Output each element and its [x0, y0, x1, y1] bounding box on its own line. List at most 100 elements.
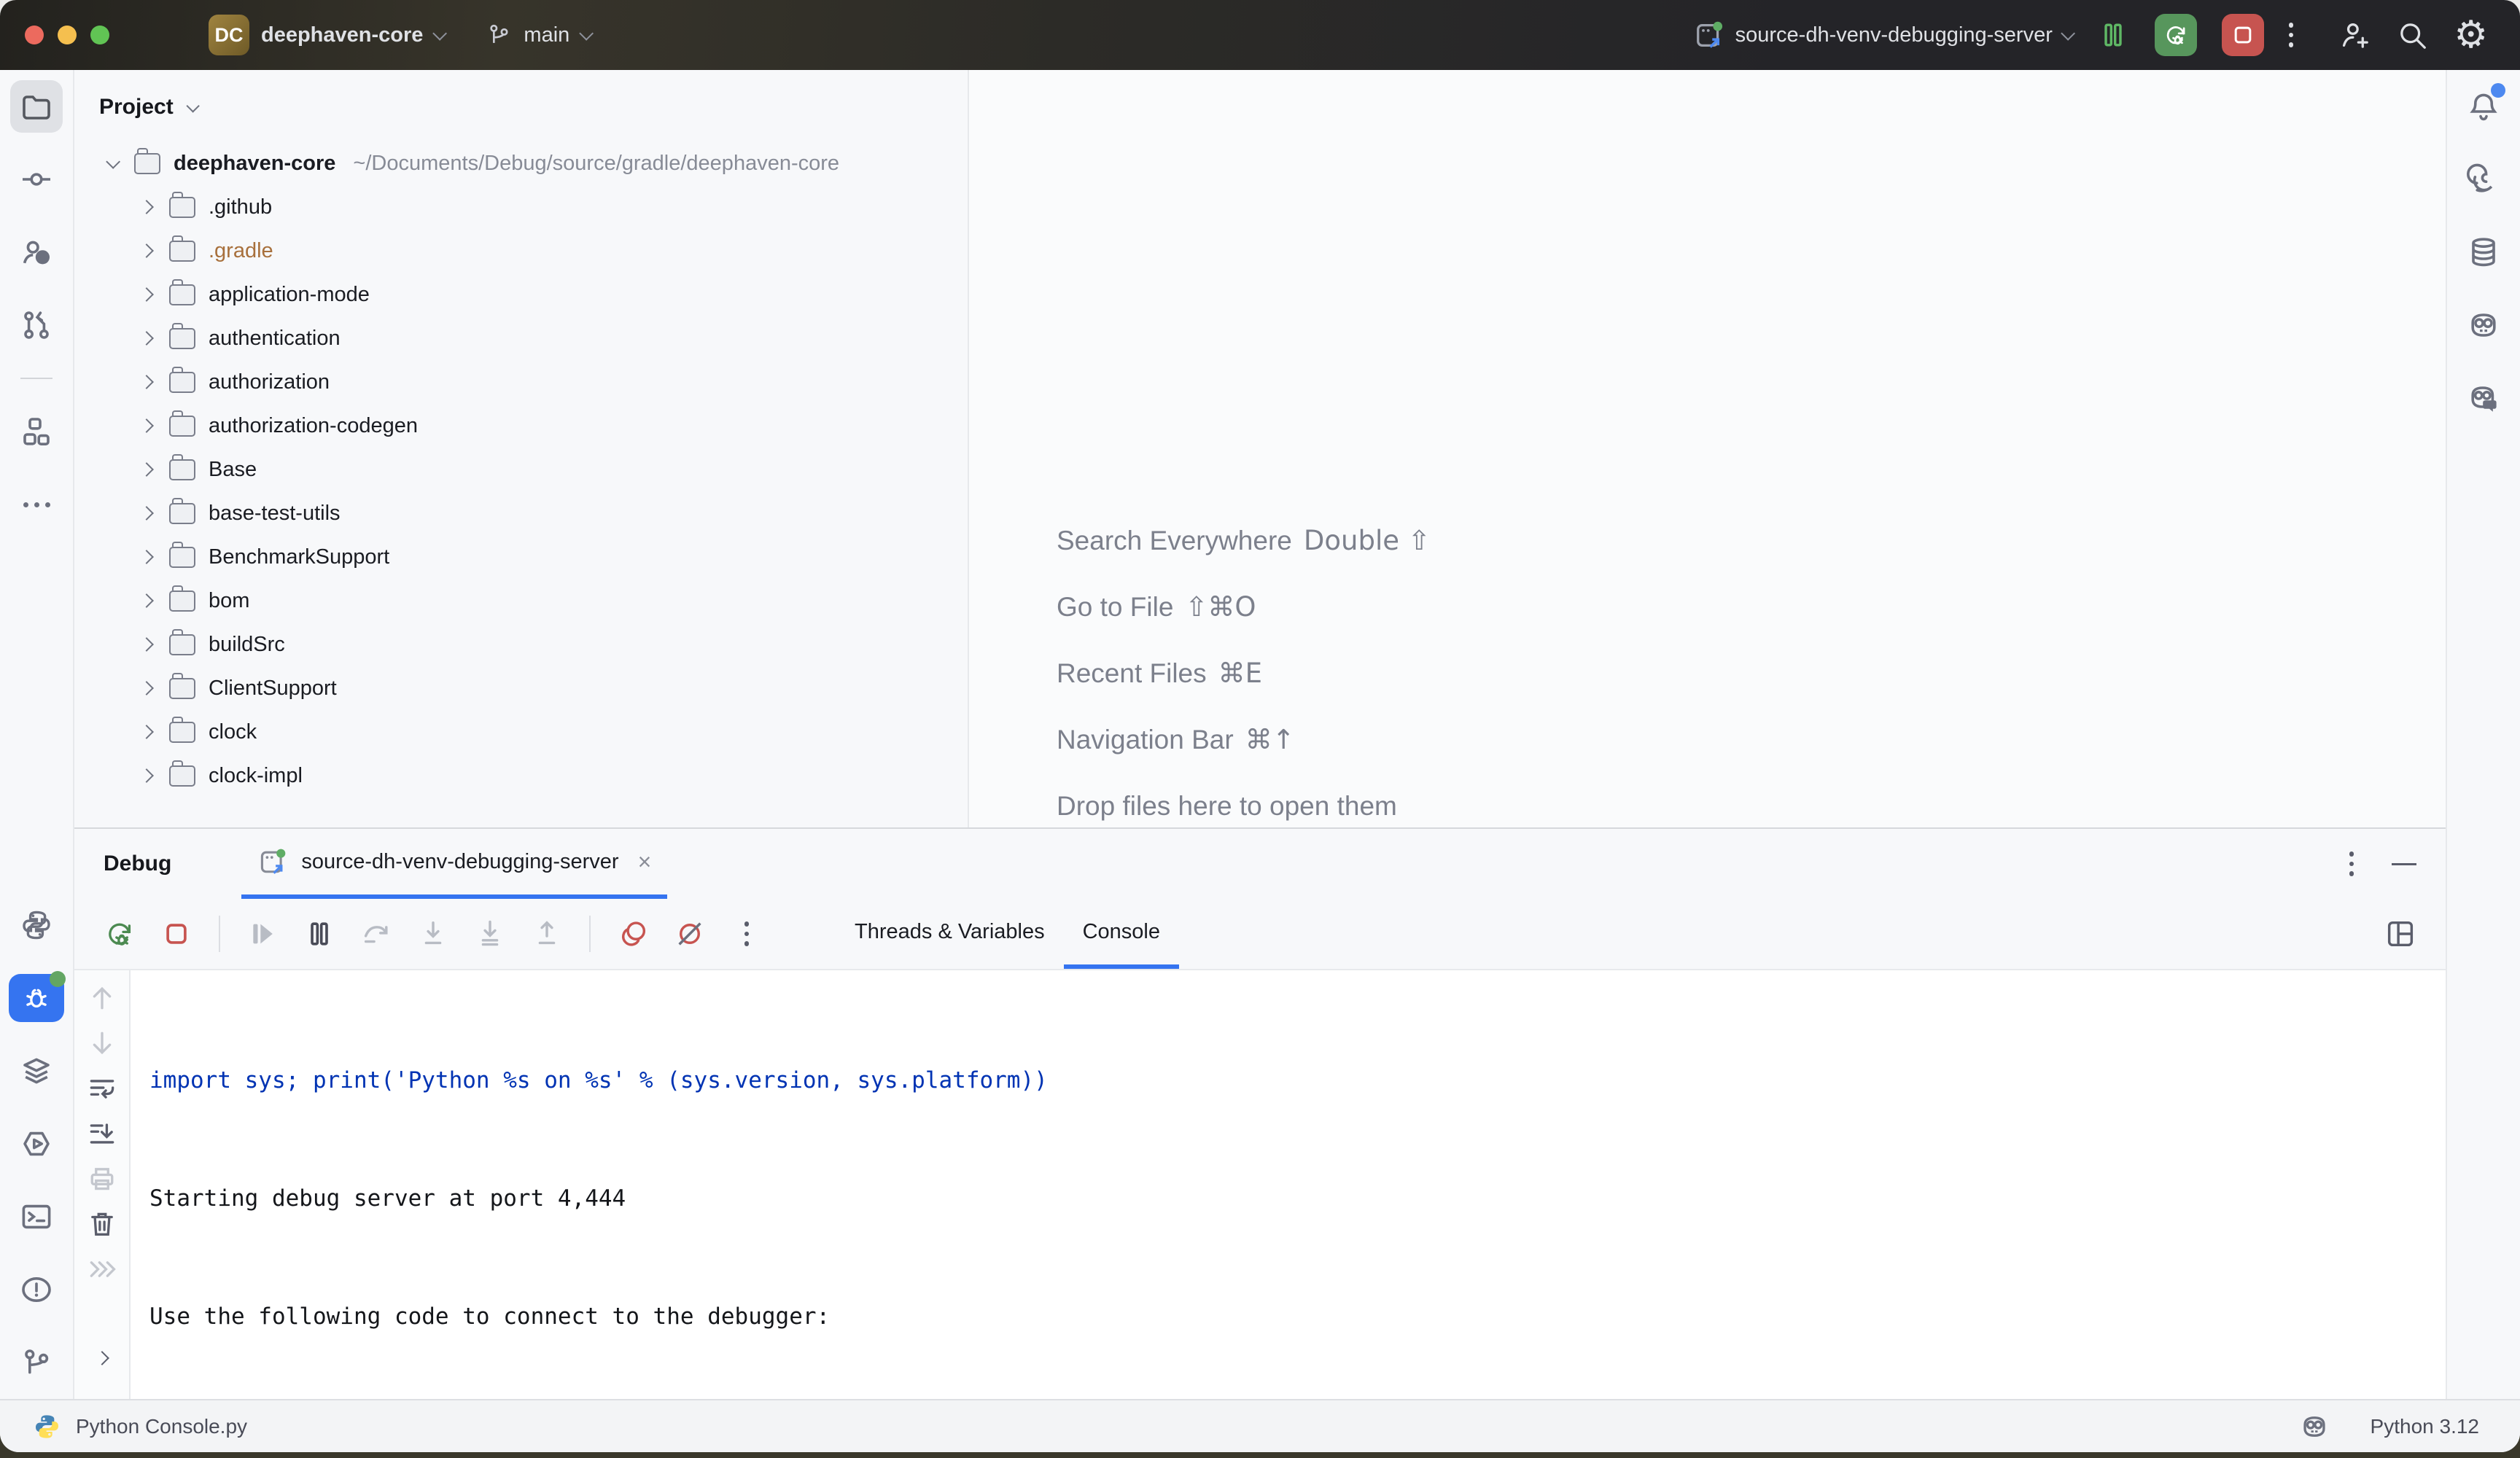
chevron-right-icon[interactable] — [139, 506, 154, 521]
stop-button[interactable] — [158, 915, 195, 953]
tool-copilot-button[interactable] — [2447, 289, 2520, 362]
tool-more-button[interactable] — [0, 468, 73, 541]
chevron-right-icon[interactable] — [139, 243, 154, 258]
chevron-right-icon[interactable] — [139, 768, 154, 783]
copilot-icon — [2466, 308, 2501, 343]
tree-root-row[interactable]: deephaven-core ~/Documents/Debug/source/… — [74, 141, 968, 185]
chevron-right-icon[interactable] — [139, 681, 154, 695]
tree-item[interactable]: authorization — [74, 360, 968, 404]
tool-terminal-button[interactable] — [0, 1180, 73, 1253]
chevron-right-icon[interactable] — [139, 637, 154, 652]
project-selector[interactable]: deephaven-core — [255, 23, 449, 47]
tool-structure-button[interactable] — [0, 395, 73, 468]
tool-learn-button[interactable]: ? — [0, 216, 73, 289]
tool-project-button[interactable] — [0, 70, 73, 143]
rerun-debug-button[interactable] — [2155, 14, 2197, 56]
chevron-right-icon[interactable] — [139, 593, 154, 608]
code-with-me-button[interactable] — [2337, 18, 2371, 52]
project-logo: DC — [209, 15, 249, 55]
debug-options-menu[interactable] — [2349, 851, 2354, 876]
tab-console[interactable]: Console — [1064, 899, 1179, 969]
tool-python-packages-button[interactable] — [0, 889, 73, 962]
view-breakpoints-button[interactable] — [614, 915, 652, 953]
pause-button[interactable] — [300, 915, 338, 953]
chevron-right-icon[interactable] — [139, 331, 154, 346]
soft-wrap-button[interactable] — [85, 1071, 120, 1106]
step-into-button[interactable] — [414, 915, 452, 953]
tool-pull-requests-button[interactable] — [0, 289, 73, 362]
settings-button[interactable]: ⚙ — [2454, 16, 2488, 54]
tool-debug-button[interactable] — [0, 962, 73, 1034]
branch-selector[interactable]: main — [478, 20, 596, 50]
chevron-right-icon[interactable] — [139, 418, 154, 433]
expand-gutter-button[interactable] — [85, 1341, 120, 1376]
project-panel-header[interactable]: Project — [74, 85, 968, 141]
run-config-name: source-dh-venv-debugging-server — [1735, 23, 2053, 47]
skip-to-end-button[interactable] — [85, 1252, 120, 1287]
layout-settings-button[interactable] — [2381, 915, 2419, 953]
tool-version-control-button[interactable] — [0, 1326, 73, 1399]
print-button[interactable] — [85, 1161, 120, 1196]
chevron-right-icon[interactable] — [139, 725, 154, 739]
close-icon[interactable]: × — [638, 849, 652, 876]
tree-item[interactable]: .gradle — [74, 229, 968, 273]
zoom-window-button[interactable] — [90, 26, 109, 44]
run-configuration-selector[interactable]: source-dh-venv-debugging-server — [1693, 18, 2072, 52]
chevron-right-icon[interactable] — [139, 550, 154, 564]
tree-item[interactable]: .github — [74, 185, 968, 229]
chevron-down-icon[interactable] — [106, 155, 120, 169]
tree-item[interactable]: bom — [74, 579, 968, 623]
tree-item[interactable]: clock-impl — [74, 754, 968, 798]
rerun-debug-button[interactable] — [101, 915, 139, 953]
tree-item[interactable]: application-mode — [74, 273, 968, 316]
console-output[interactable]: import sys; print('Python %s on %s' % (s… — [131, 970, 2446, 1408]
minimize-window-button[interactable] — [58, 26, 77, 44]
status-file-widget[interactable]: Python Console.py — [32, 1412, 247, 1441]
tree-item[interactable]: base-test-utils — [74, 491, 968, 535]
tree-item[interactable]: Base — [74, 448, 968, 491]
interpreter-selector[interactable]: Python 3.12 — [2371, 1415, 2479, 1438]
tree-item[interactable]: authentication — [74, 316, 968, 360]
scroll-to-end-button[interactable] — [85, 1116, 120, 1151]
copilot-status-button[interactable] — [2299, 1411, 2330, 1442]
tree-item[interactable]: ClientSupport — [74, 666, 968, 710]
chevron-right-icon[interactable] — [139, 200, 154, 214]
tree-item[interactable]: authorization-codegen — [74, 404, 968, 448]
tool-ai-assistant-button[interactable] — [2447, 143, 2520, 216]
force-step-into-button[interactable] — [471, 915, 509, 953]
tool-problems-button[interactable] — [0, 1253, 73, 1326]
tree-item[interactable]: BenchmarkSupport — [74, 535, 968, 579]
triple-chevron-icon — [86, 1253, 118, 1285]
tool-run-anything-button[interactable] — [0, 1107, 73, 1180]
step-over-button[interactable] — [357, 915, 395, 953]
tree-item[interactable]: buildSrc — [74, 623, 968, 666]
chevron-right-icon[interactable] — [139, 287, 154, 302]
close-window-button[interactable] — [25, 26, 44, 44]
chevron-right-icon[interactable] — [139, 375, 154, 389]
tool-services-button[interactable] — [0, 1034, 73, 1107]
tree-item[interactable]: clock — [74, 710, 968, 754]
step-out-button[interactable] — [528, 915, 566, 953]
more-actions-menu[interactable] — [2289, 23, 2294, 47]
debug-tool-window: Debug source-dh-venv-debugging-server × — [74, 827, 2446, 1408]
tool-commit-button[interactable] — [0, 143, 73, 216]
mute-breakpoints-button[interactable] — [671, 915, 709, 953]
resume-button[interactable] — [244, 915, 281, 953]
folder-icon — [169, 590, 195, 612]
copilot-icon — [2299, 1411, 2330, 1442]
tab-threads-variables[interactable]: Threads & Variables — [836, 899, 1064, 969]
console-line: import sys; print('Python %s on %s' % (s… — [149, 1061, 2446, 1100]
tool-notifications-button[interactable] — [2447, 70, 2520, 143]
clear-console-button[interactable] — [85, 1206, 120, 1241]
chevron-right-icon[interactable] — [139, 462, 154, 477]
tool-database-button[interactable] — [2447, 216, 2520, 289]
search-everywhere-button[interactable] — [2395, 18, 2429, 52]
pause-program-button[interactable] — [2096, 18, 2130, 52]
hide-panel-button[interactable] — [2392, 863, 2416, 865]
prev-occurrence-button[interactable] — [85, 981, 120, 1015]
next-occurrence-button[interactable] — [85, 1026, 120, 1061]
stop-button[interactable] — [2222, 14, 2264, 56]
debug-toolbar-more-menu[interactable] — [728, 915, 766, 953]
debug-session-tab[interactable]: source-dh-venv-debugging-server × — [241, 829, 667, 899]
tool-copilot-chat-button[interactable] — [2447, 362, 2520, 434]
